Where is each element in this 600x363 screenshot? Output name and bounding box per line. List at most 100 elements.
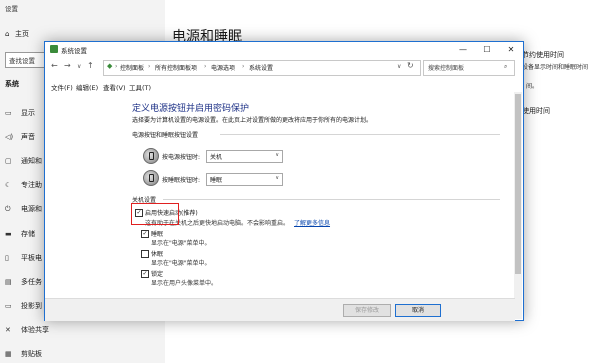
sidebar-item-display[interactable]: ▭ 显示 [5,108,35,118]
control-panel-search-input[interactable]: 搜索控制面板 ⌕ [423,60,515,76]
related-heading-2: 使用时间 [522,107,550,115]
sidebar-item-shared-experiences[interactable]: ✕ 体验共享 [5,325,49,335]
divider [220,134,500,135]
menu-edit[interactable]: 编辑(E) [76,82,98,92]
close-button[interactable]: ✕ [499,42,523,57]
group-label-buttons: 电源按钮和睡眠按钮设置 [132,132,199,139]
breadcrumb-item[interactable]: 系统设置 [249,63,273,72]
settings-search-placeholder: 查找设置 [9,57,35,65]
chevron-down-icon: ∨ [275,175,279,181]
sidebar-item-label: 投影到 [21,302,42,310]
forward-icon[interactable]: → [64,61,71,70]
sleep-checkbox[interactable]: ✓ [141,230,149,238]
sidebar-item-label: 多任务 [21,278,42,286]
sidebar-item-label: 通知和 [21,157,42,165]
breadcrumb-item[interactable]: 所有控制面板项 [155,63,197,72]
sleep-button-icon [143,170,159,186]
hibernate-label: 休眠 [151,251,164,258]
chevron-right-icon: › [115,63,118,70]
window-title: 系统设置 [61,47,87,55]
sidebar-item-label: 显示 [21,109,35,117]
search-icon: ⌕ [504,63,508,70]
menu-file[interactable]: 文件(F) [51,82,73,92]
control-panel-search-placeholder: 搜索控制面板 [428,65,465,72]
sidebar-item-multitasking[interactable]: ▤ 多任务 [5,277,42,287]
section-label-system: 系统 [5,80,19,88]
related-text-2: 间。 [526,83,539,90]
dialog-description: 选择要为计算机设置的电源设置。在此页上对设置所做的更改将应用于你所有的电源计划。 [132,117,373,124]
chevron-right-icon: › [204,63,207,70]
refresh-icon[interactable]: ↻ [407,61,414,70]
sleep-label: 睡眠 [151,231,164,238]
sidebar-item-focus[interactable]: ☾ 专注助 [5,180,42,190]
home-nav-item[interactable]: ⌂ 主页 [5,29,29,39]
hibernate-desc: 显示在"电源"菜单中。 [151,260,211,267]
display-icon: ▭ [5,109,12,117]
back-icon[interactable]: ← [51,61,58,70]
learn-more-link[interactable]: 了解更多信息 [294,218,330,227]
related-text: 设备显示时间和睡眠时间 [522,64,589,71]
sidebar-item-power[interactable]: ⏻ 电源和 [5,204,42,214]
lock-checkbox[interactable]: ✓ [141,270,149,278]
sidebar-item-sound[interactable]: ◁) 声音 [5,132,35,142]
hibernate-checkbox[interactable] [141,250,149,258]
sidebar-item-notifications[interactable]: ▢ 通知和 [5,156,42,166]
notification-icon: ▢ [5,157,12,165]
recent-dropdown-icon[interactable]: ∨ [77,63,81,70]
control-panel-small-icon: ◆ [107,62,113,70]
home-label: 主页 [15,30,29,38]
scrollbar-thumb[interactable] [515,94,521,274]
sidebar-item-projecting[interactable]: ▭ 投影到 [5,301,42,311]
menu-tools[interactable]: 工具(T) [129,82,151,92]
sleep-desc: 显示在"电源"菜单中。 [151,240,211,247]
chevron-down-icon: ∨ [275,152,279,158]
share-icon: ✕ [5,326,11,334]
highlight-box [131,203,179,225]
sleep-button-select[interactable]: 睡眠 ∨ [206,173,283,186]
sidebar-item-tablet[interactable]: ▯ 平板电 [5,253,42,263]
system-settings-window: 系统设置 — ☐ ✕ ← → ∨ ↑ ◆ › 控制面板 › 所有控制面板项 › … [44,41,524,321]
power-button-value: 关机 [210,154,223,161]
save-button[interactable]: 保存修改 [343,304,391,317]
dialog-footer [45,298,515,321]
projector-icon: ▭ [5,302,12,310]
dialog-heading: 定义电源按钮并启用密码保护 [132,104,250,114]
home-icon: ⌂ [5,30,10,38]
sidebar-item-label: 电源和 [21,205,42,213]
chevron-right-icon: › [242,63,245,70]
sidebar-item-label: 平板电 [21,254,42,262]
up-icon[interactable]: ↑ [87,61,94,70]
lock-label: 锁定 [151,271,164,278]
lock-desc: 显示在用户头像菜单中。 [151,280,218,287]
chevron-right-icon: › [148,63,151,70]
sidebar-item-label: 存储 [21,230,35,238]
minimize-button[interactable]: — [451,42,475,57]
sleep-button-value: 睡眠 [210,177,223,184]
breadcrumb-item[interactable]: 控制面板 [120,63,144,72]
maximize-button[interactable]: ☐ [475,42,499,57]
sidebar-item-label: 体验共享 [21,326,49,334]
sidebar-item-clipboard[interactable]: ▦ 剪贴板 [5,349,42,359]
address-dropdown-icon[interactable]: ∨ [397,63,401,70]
menu-view[interactable]: 查看(V) [103,82,126,92]
dialog-content [45,92,515,320]
power-button-select[interactable]: 关机 ∨ [206,150,283,163]
speaker-icon: ◁) [5,133,14,141]
clipboard-icon: ▦ [5,350,12,358]
multitask-icon: ▤ [5,278,12,286]
control-panel-icon [50,45,58,53]
sidebar-item-label: 声音 [21,133,35,141]
sidebar-item-storage[interactable]: ▬ 存储 [5,229,35,239]
tablet-icon: ▯ [5,254,9,262]
divider [163,199,500,200]
storage-icon: ▬ [5,230,12,238]
sidebar-item-label: 剪贴板 [21,350,42,358]
power-button-label: 按电源按钮时: [162,154,201,161]
breadcrumb-item[interactable]: 电源选项 [211,63,235,72]
moon-icon: ☾ [5,181,12,189]
sidebar-item-label: 专注助 [21,181,42,189]
cancel-button[interactable]: 取消 [395,304,441,317]
related-heading: 节约使用时间 [522,51,564,59]
settings-app-title: 设置 [5,5,18,13]
power-button-icon [143,148,159,164]
